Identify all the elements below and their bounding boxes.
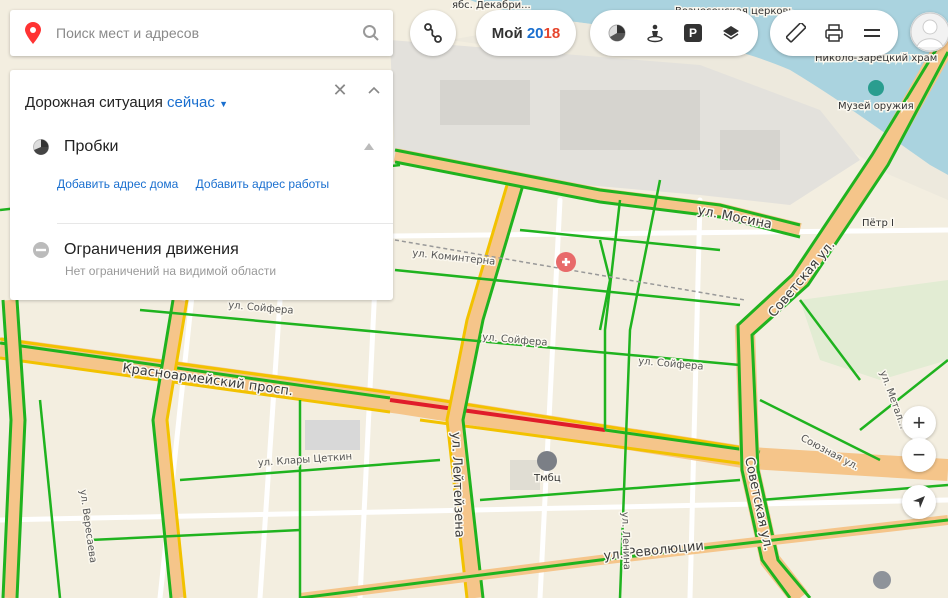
building <box>720 130 780 170</box>
museum-icon <box>868 80 884 96</box>
geolocation-button[interactable] <box>902 485 936 519</box>
zoom-in-label: + <box>912 410 926 435</box>
route-icon <box>424 23 442 43</box>
route-button[interactable] <box>410 10 456 56</box>
traffic-level-icon <box>33 139 49 155</box>
traffic-layer-button[interactable] <box>598 10 636 56</box>
poi-tmbc-label: Тмбц <box>533 473 561 484</box>
ruler-button[interactable] <box>777 10 815 56</box>
building <box>305 420 360 450</box>
panel-title-text: Дорожная ситуация <box>25 94 163 111</box>
close-icon[interactable]: ✕ <box>328 78 352 102</box>
chevron-up-icon[interactable] <box>362 78 386 102</box>
yandex-maps-logo-icon[interactable] <box>10 10 56 56</box>
traffic-panel: ✕ Дорожная ситуация сейчас ▼ Пробки Доба… <box>10 70 393 300</box>
time-mode-label: сейчас <box>167 94 215 111</box>
add-work-link[interactable]: Добавить адрес работы <box>196 177 329 191</box>
tools-toolbar <box>770 10 898 56</box>
brand-year-b: 18 <box>543 24 561 42</box>
menu-button[interactable] <box>853 10 891 56</box>
no-entry-icon <box>33 242 49 258</box>
flag-icon <box>873 571 891 589</box>
building <box>440 80 530 125</box>
poi-peter-label: Пётр I <box>862 218 894 229</box>
road-west-1 <box>3 299 26 598</box>
caret-down-icon: ▼ <box>219 99 228 109</box>
brand-text: Мой <box>491 24 523 42</box>
zoom-in-button[interactable]: + <box>902 406 936 440</box>
layers-icon <box>723 26 739 40</box>
restrictions-status: Нет ограничений на видимой области <box>65 264 277 278</box>
search-input[interactable] <box>56 10 349 56</box>
traffic-row[interactable]: Пробки <box>32 138 118 156</box>
address-links: Добавить адрес дома Добавить адрес работ… <box>57 177 343 191</box>
location-arrow-icon <box>913 496 925 508</box>
search-bar[interactable] <box>10 10 393 56</box>
brand-logo: Мой 2018 <box>492 25 560 42</box>
restrictions-row[interactable]: Ограничения движения <box>32 241 239 259</box>
restrictions-label: Ограничения движения <box>64 241 239 258</box>
time-mode-dropdown[interactable]: сейчас ▼ <box>167 94 228 111</box>
panorama-person-icon <box>647 24 663 43</box>
menu-icon <box>864 29 880 37</box>
traffic-icon <box>608 24 626 42</box>
zoom-out-button[interactable]: − <box>902 438 936 472</box>
divider <box>57 223 393 224</box>
layers-toolbar: P <box>590 10 758 56</box>
printer-icon <box>825 24 843 42</box>
parking-icon: P <box>684 24 702 42</box>
label-lenina: ул. Ленина <box>619 512 632 570</box>
panorama-button[interactable] <box>636 10 674 56</box>
avatar[interactable] <box>910 12 948 52</box>
zoom-out-label: − <box>912 442 926 467</box>
building <box>560 90 700 150</box>
brand-year-a: 20 <box>526 24 544 42</box>
map-layers-button[interactable] <box>712 10 750 56</box>
triangle-up-icon[interactable] <box>364 143 374 150</box>
panel-title: Дорожная ситуация сейчас ▼ <box>25 94 228 111</box>
shop-icon <box>537 451 557 471</box>
add-home-link[interactable]: Добавить адрес дома <box>57 177 178 191</box>
poi-museum-label: Музей оружия <box>838 101 914 112</box>
user-icon <box>910 12 948 52</box>
search-icon[interactable] <box>349 10 393 56</box>
parking-button[interactable]: P <box>674 10 712 56</box>
traffic-label: Пробки <box>64 138 119 155</box>
print-button[interactable] <box>815 10 853 56</box>
ruler-icon <box>786 23 806 43</box>
my-2018-button[interactable]: Мой 2018 <box>476 10 576 56</box>
